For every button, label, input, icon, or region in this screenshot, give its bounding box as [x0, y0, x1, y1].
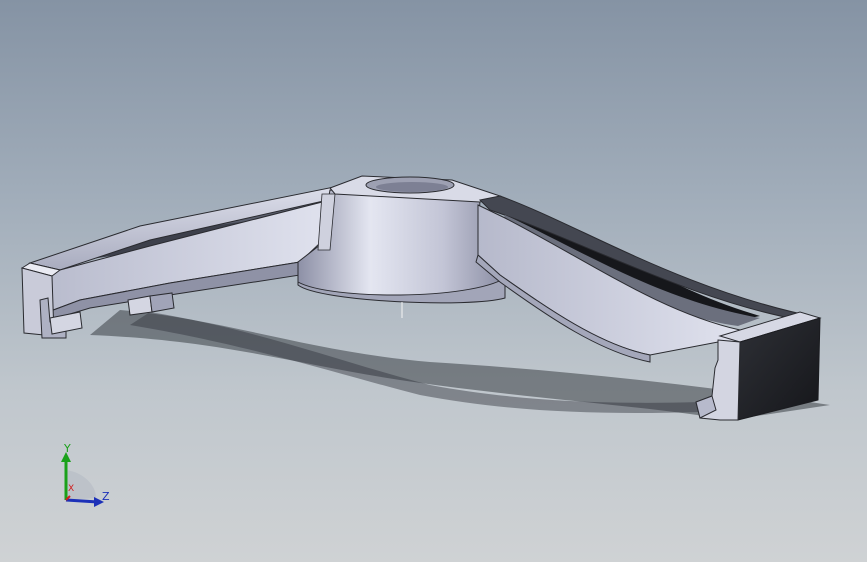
model-view[interactable]: [0, 0, 867, 562]
triad-y-label: Y: [64, 442, 71, 455]
triad-z-label: Z: [102, 490, 110, 503]
triad-x-label: X: [68, 484, 75, 494]
center-hub[interactable]: [297, 175, 506, 304]
left-arm[interactable]: [20, 186, 335, 339]
3d-viewport[interactable]: Y X Z: [0, 0, 867, 562]
z-axis-arrow: [65, 498, 99, 504]
